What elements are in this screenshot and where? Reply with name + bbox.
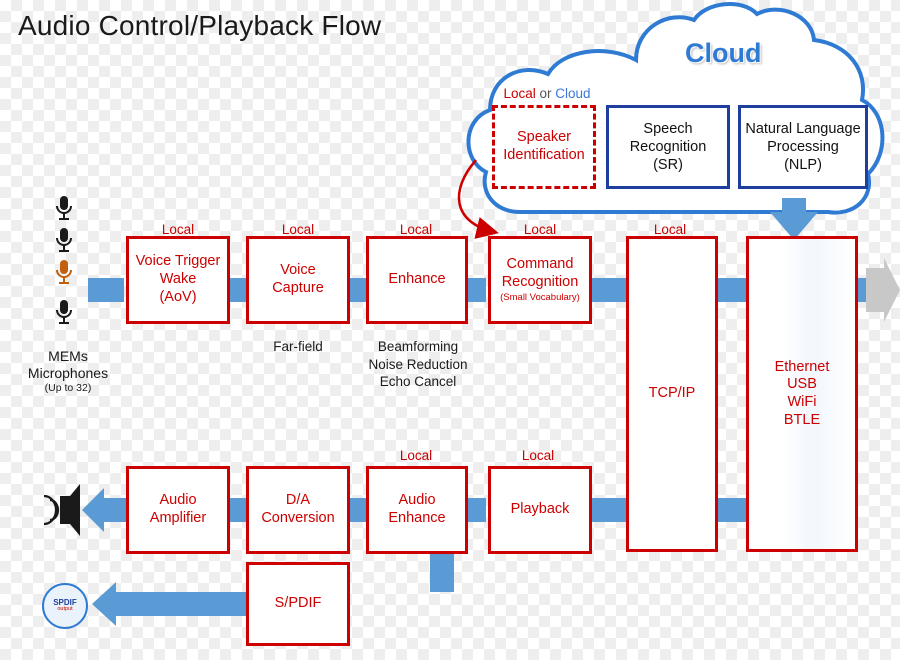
- voice-capture-line-2: Capture: [272, 280, 324, 296]
- audio-amplifier-line-1: Audio: [159, 492, 197, 509]
- spdif-output-icon: SPDIF output: [42, 583, 88, 629]
- local-tag-enhance: Local: [399, 222, 433, 237]
- tcpip-line-1: TCP/IP: [648, 385, 696, 402]
- spdif-line-1: S/PDIF: [274, 595, 322, 612]
- da-conversion-line-1: D/A: [285, 492, 311, 509]
- speech-recognition-line-2: Recognition: [629, 138, 707, 155]
- network-interfaces-box[interactable]: Ethernet USB WiFi BTLE: [746, 236, 858, 552]
- local-or-cloud-label: Local or Cloud: [492, 86, 602, 101]
- voice-capture-box[interactable]: Voice Capture: [246, 236, 350, 324]
- page-title: Audio Control/Playback Flow: [18, 10, 382, 41]
- voice-capture-line-1: Voice: [280, 262, 316, 279]
- beamforming-caption: Beamforming Noise Reduction Echo Cancel: [356, 338, 480, 391]
- audio-enhance-box[interactable]: Audio Enhance: [366, 466, 468, 554]
- enhance-line-1: Enhance: [388, 271, 446, 288]
- speech-recognition-line-3: (SR): [653, 157, 683, 174]
- audio-enhance-line-2: Enhance: [388, 510, 446, 526]
- speech-recognition-box[interactable]: Speech Recognition (SR): [606, 105, 730, 189]
- far-field-caption: Far-field: [273, 339, 323, 354]
- spdif-badge-line-2: output: [57, 606, 73, 613]
- local-tag-voice-trigger: Local: [161, 222, 195, 237]
- command-recognition-box[interactable]: Command Recognition (Small Vocabulary): [488, 236, 592, 324]
- speech-recognition-line-1: Speech: [643, 120, 693, 137]
- nlp-line-1: Natural Language: [745, 120, 861, 137]
- speaker-identification-line-2: Identification: [503, 147, 585, 163]
- enhance-box[interactable]: Enhance: [366, 236, 468, 324]
- local-tag-voice-capture: Local: [281, 222, 315, 237]
- da-conversion-box[interactable]: D/A Conversion: [246, 466, 350, 554]
- audio-amplifier-line-2: Amplifier: [149, 510, 207, 526]
- local-tag-playback: Local: [521, 448, 555, 463]
- voice-trigger-line-2: Wake: [159, 271, 197, 288]
- audio-enhance-line-1: Audio: [398, 492, 436, 509]
- local-tag-tcpip: Local: [653, 222, 687, 237]
- network-line-1: Ethernet: [774, 358, 830, 375]
- mems-line-1: MEMs: [48, 348, 88, 364]
- mems-line-3: (Up to 32): [44, 381, 92, 394]
- mems-line-2: Microphones: [27, 364, 109, 381]
- beamforming-line-1: Beamforming: [377, 339, 459, 354]
- cloud-label: Cloud: [685, 38, 762, 68]
- network-line-2: USB: [787, 376, 817, 393]
- da-conversion-line-2: Conversion: [261, 510, 335, 526]
- speaker-identification-box[interactable]: Speaker Identification: [492, 105, 596, 189]
- network-line-4: BTLE: [783, 411, 821, 428]
- local-tag-command-recognition: Local: [523, 222, 557, 237]
- network-line-3: WiFi: [787, 394, 817, 410]
- nlp-line-2: Processing: [767, 138, 839, 155]
- voice-trigger-wake-box[interactable]: Voice Trigger Wake (AoV): [126, 236, 230, 324]
- local-text: Local: [503, 86, 536, 101]
- audio-amplifier-box[interactable]: Audio Amplifier: [126, 466, 230, 554]
- playback-box[interactable]: Playback: [488, 466, 592, 554]
- natural-language-processing-box[interactable]: Natural Language Processing (NLP): [738, 105, 868, 189]
- or-text: or: [535, 86, 556, 101]
- command-recognition-line-2: Recognition: [501, 273, 579, 290]
- tcpip-box[interactable]: TCP/IP: [626, 236, 718, 552]
- cloud-text: Cloud: [555, 86, 591, 101]
- nlp-line-3: (NLP): [784, 157, 822, 174]
- beamforming-line-3: Echo Cancel: [379, 374, 457, 390]
- playback-line-1: Playback: [510, 501, 570, 518]
- beamforming-line-2: Noise Reduction: [368, 356, 468, 372]
- command-recognition-line-1: Command: [506, 255, 574, 272]
- local-tag-audio-enhance: Local: [399, 448, 433, 463]
- mems-microphones-label: MEMs Microphones (Up to 32): [16, 348, 120, 394]
- voice-trigger-line-1: Voice Trigger: [135, 253, 221, 270]
- voice-trigger-line-3: (AoV): [159, 288, 197, 305]
- spdif-box[interactable]: S/PDIF: [246, 562, 350, 646]
- speaker-identification-line-1: Speaker: [516, 129, 571, 146]
- command-recognition-sub: (Small Vocabulary): [500, 292, 580, 304]
